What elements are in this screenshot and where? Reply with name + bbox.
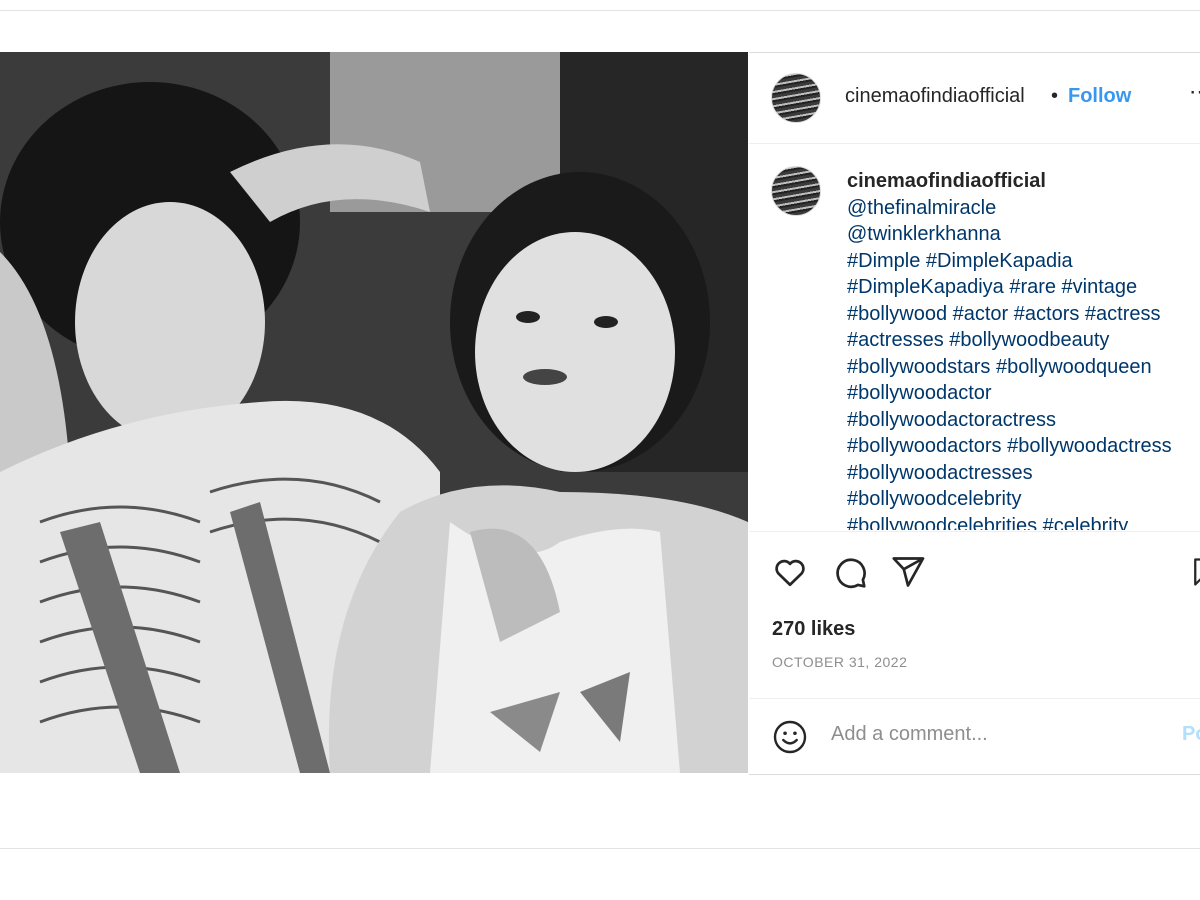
post-actions: 270 likes OCTOBER 31, 2022 — [749, 531, 1200, 699]
post-comment-button[interactable]: Post — [1182, 723, 1200, 746]
caption-username[interactable]: cinemaofindiaofficial — [847, 168, 1200, 195]
caption-hashtags[interactable]: #actresses #bollywoodbeauty — [847, 327, 1200, 354]
caption-hashtags[interactable]: #bollywoodstars #bollywoodqueen — [847, 354, 1200, 381]
post-date[interactable]: OCTOBER 31, 2022 — [772, 654, 907, 670]
avatar[interactable] — [771, 166, 821, 216]
caption-hashtags[interactable]: #bollywoodcelebrity — [847, 486, 1200, 513]
instagram-post-embed: cinemaofindiaofficial • Follow ⋯ cinemao… — [0, 52, 1200, 775]
caption-hashtags[interactable]: #Dimple #DimpleKapadia — [847, 248, 1200, 275]
caption-hashtags[interactable]: #DimpleKapadiya #rare #vintage — [847, 274, 1200, 301]
caption-hashtags[interactable]: #bollywoodactor — [847, 380, 1200, 407]
heart-icon[interactable] — [772, 554, 808, 590]
caption-mention[interactable]: @twinklerkhanna — [847, 221, 1200, 248]
top-divider — [0, 10, 1200, 11]
comment-bubble-icon[interactable] — [832, 554, 868, 590]
avatar[interactable] — [771, 73, 821, 123]
separator-dot: • — [1051, 85, 1059, 107]
post-side-panel: cinemaofindiaofficial • Follow ⋯ cinemao… — [749, 52, 1200, 775]
comment-input[interactable]: Add a comment... — [831, 723, 988, 746]
follow-button[interactable]: Follow — [1068, 85, 1131, 108]
header-username[interactable]: cinemaofindiaofficial — [845, 85, 1025, 108]
smiley-icon[interactable] — [772, 719, 808, 755]
vintage-photo-illustration — [0, 52, 748, 773]
paper-plane-icon[interactable] — [890, 554, 926, 590]
comment-form: Add a comment... Post — [749, 698, 1200, 775]
bottom-divider — [0, 848, 1200, 849]
more-options-icon[interactable]: ⋯ — [1189, 79, 1200, 105]
caption-hashtags[interactable]: #bollywoodactoractress — [847, 407, 1200, 434]
caption-area: cinemaofindiaofficial @thefinalmiracle @… — [749, 144, 1200, 530]
caption-hashtags[interactable]: #bollywoodactors #bollywoodactress — [847, 433, 1200, 460]
caption: cinemaofindiaofficial @thefinalmiracle @… — [847, 168, 1200, 530]
caption-hashtags[interactable]: #bollywoodactresses — [847, 460, 1200, 487]
likes-count[interactable]: 270 likes — [772, 618, 855, 641]
bookmark-icon[interactable] — [1189, 554, 1200, 590]
caption-hashtags[interactable]: #bollywood #actor #actors #actress — [847, 301, 1200, 328]
caption-mention[interactable]: @thefinalmiracle — [847, 195, 1200, 222]
post-header: cinemaofindiaofficial • Follow ⋯ — [749, 53, 1200, 144]
caption-hashtags[interactable]: #bollywoodcelebrities #celebrity — [847, 513, 1200, 531]
post-photo[interactable] — [0, 52, 748, 773]
